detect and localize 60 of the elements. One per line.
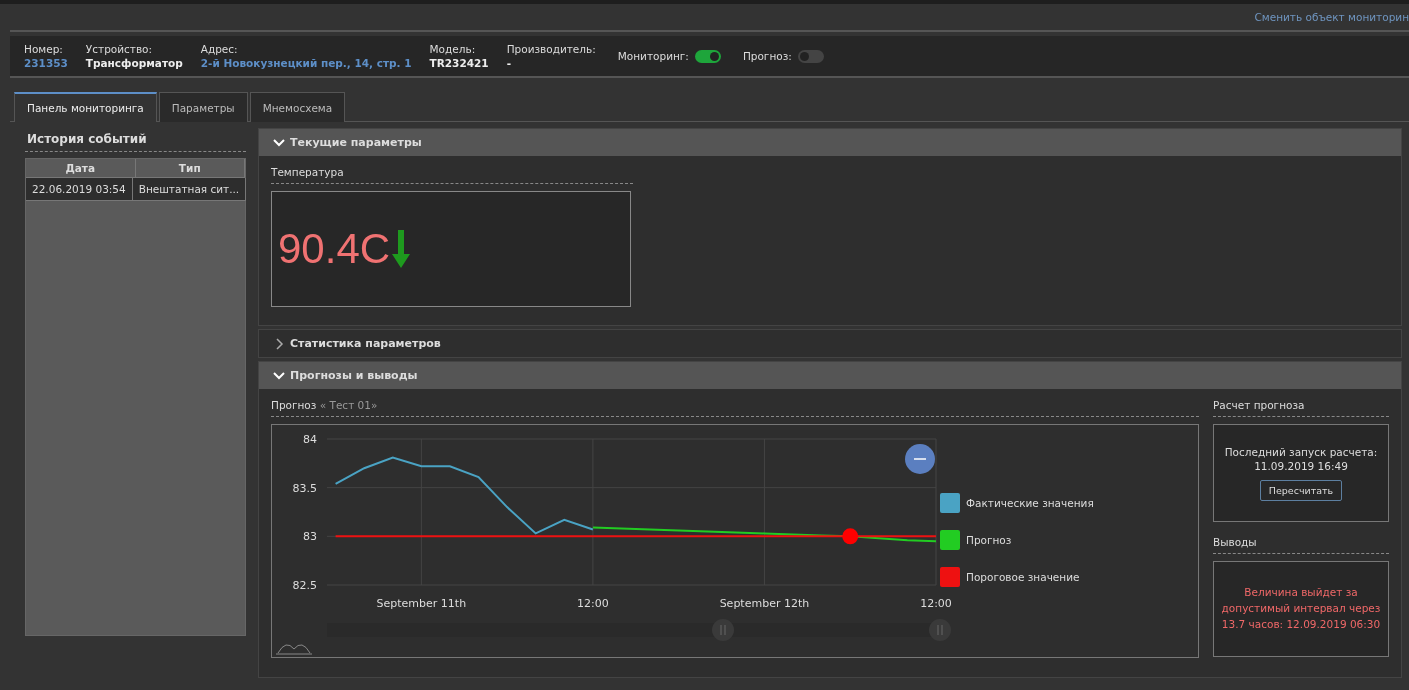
field-label: Устройство: xyxy=(85,43,154,55)
y-tick-label: 83 xyxy=(303,530,317,544)
conclusion-text: Величина выйдет за допустимый интервал через 13.7 часов: 12.09.2019 06:30 xyxy=(1220,585,1382,632)
toggle-switch[interactable] xyxy=(797,49,824,63)
toggle-label: Прогноз: xyxy=(742,50,792,62)
legend-swatch xyxy=(940,567,960,587)
last-run-text: Последний запуск расчета: xyxy=(1224,445,1378,458)
section-title: Текущие параметры xyxy=(290,136,422,149)
field-label: Номер: xyxy=(24,43,64,55)
field-label: Модель: xyxy=(429,43,477,55)
chevron-right-icon xyxy=(273,337,285,350)
field-label: Адрес: xyxy=(200,43,239,55)
panel-title: История событий xyxy=(25,128,246,152)
parameter-label: Температура xyxy=(271,162,633,184)
zoom-out-button[interactable] xyxy=(905,444,935,474)
field-value[interactable]: 2-й Новокузнецкий пер., 14, стр. 1 xyxy=(200,57,412,69)
arrow-down-icon xyxy=(392,230,411,268)
column-header: Дата xyxy=(26,159,136,178)
legend-label: Пороговое значение xyxy=(966,571,1080,583)
chevron-down-icon xyxy=(273,369,285,382)
section-title: Прогнозы и выводы xyxy=(290,369,418,382)
y-tick-label: 83.5 xyxy=(292,481,317,495)
field-value: TR232421 xyxy=(429,57,489,69)
x-tick-label: 12:00 xyxy=(577,597,609,610)
tab[interactable]: Мнемосхема xyxy=(249,92,346,122)
legend-label: Фактические значения xyxy=(966,497,1094,509)
x-tick-label: 12:00 xyxy=(920,597,952,610)
section-header[interactable]: Текущие параметры xyxy=(259,129,1401,156)
legend-label: Прогноз xyxy=(966,534,1012,546)
field-value: Трансформатор xyxy=(85,57,183,69)
legend-swatch xyxy=(940,530,960,550)
tab[interactable]: Панель мониторинга xyxy=(14,92,157,122)
range-handle[interactable] xyxy=(712,619,734,641)
section-title: Статистика параметров xyxy=(290,337,441,350)
conclusions-title: Выводы xyxy=(1213,532,1389,554)
field-label: Производитель: xyxy=(506,43,596,55)
x-tick-label: September 11th xyxy=(376,597,467,610)
y-tick-label: 84 xyxy=(303,433,317,446)
x-tick-label: September 12th xyxy=(719,597,810,610)
field-value[interactable]: 231353 xyxy=(24,57,68,69)
navigator-icon[interactable] xyxy=(275,644,313,655)
toggle-label: Мониторинг: xyxy=(617,50,689,62)
temperature-value: 90.4C xyxy=(278,225,391,273)
column-header: Тип xyxy=(135,159,245,178)
threshold-point xyxy=(842,528,859,545)
last-run-time: 11.09.2019 16:49 xyxy=(1254,459,1348,472)
chevron-down-icon xyxy=(273,136,285,149)
table-cell: 22.06.2019 03:54 xyxy=(26,178,133,201)
toggle-switch[interactable] xyxy=(694,49,721,63)
calc-title: Расчет прогноза xyxy=(1213,395,1389,417)
range-handle[interactable] xyxy=(929,619,951,641)
recalculate-button[interactable]: Пересчитать xyxy=(1259,479,1343,501)
change-object-link[interactable]: Сменить объект мониторин xyxy=(1254,11,1409,23)
forecast-label: Прогноз « Тест 01» xyxy=(271,395,1199,417)
legend-swatch xyxy=(940,493,960,513)
table-cell: Внештатная сит... xyxy=(132,178,247,201)
tab[interactable]: Параметры xyxy=(158,92,248,122)
y-tick-label: 82.5 xyxy=(292,579,317,592)
field-value: - xyxy=(506,57,512,69)
section-header[interactable]: Прогнозы и выводы xyxy=(259,362,1401,389)
